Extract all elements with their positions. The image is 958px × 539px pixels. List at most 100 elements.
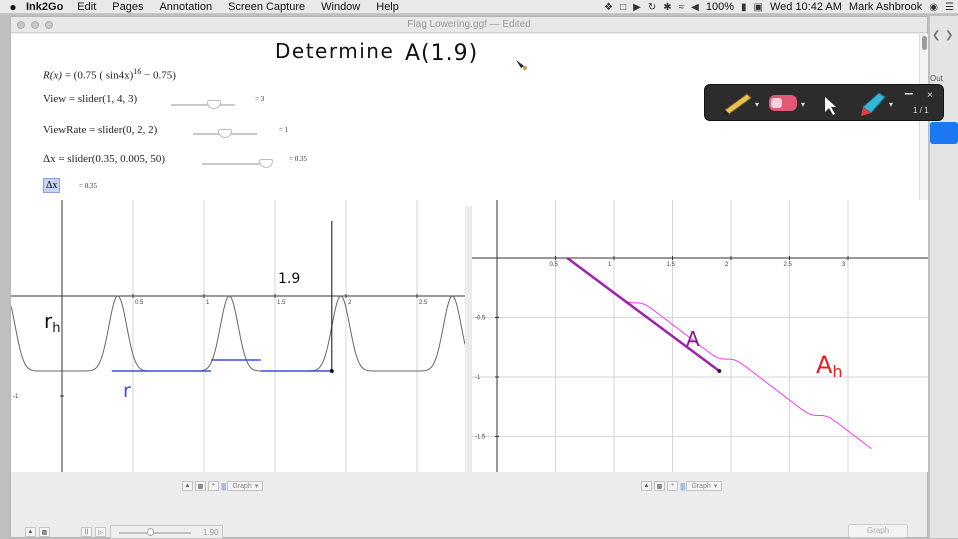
right-graph-select-label: Graph [691,482,711,490]
left-pane-toolbar: ▲ ▩ ÷ |||| Graph ▾ [182,481,264,491]
y-tick-label: -1 [13,394,19,400]
menu-window[interactable]: Window [321,1,360,13]
volume-icon[interactable]: ◀ [691,2,699,13]
animation-value: 1.90 [203,528,219,537]
marker-point [329,369,334,373]
x-tick-label: 2.5 [784,262,793,268]
title-bar: Flag Lowering.ggf — Edited [11,17,927,33]
right-graph[interactable]: -0.50.511.522.53-0.5-1-1.5 [433,200,928,472]
siri-icon[interactable]: ◉ [929,2,938,13]
page-indicator: 1 / 1 [913,106,929,115]
r-def-rhs: (0.75 ( sin4x) [73,69,134,82]
menu-bar: ● Ink2Go Edit Pages Annotation Screen Ca… [0,0,958,14]
menu-help[interactable]: Help [376,1,399,13]
ink-toolbar: ▾ ▾ ▾ × 1 / 1 [704,84,944,121]
right-graph-pane[interactable]: -0.50.511.522.53-0.5-1-1.5 [433,200,928,472]
view-slider-knob[interactable] [206,100,221,109]
dx-definition[interactable]: Δx = slider(0.35, 0.005, 50) [43,153,165,165]
close-toolbar-icon[interactable]: × [927,90,933,101]
x-tick-label: 3 [842,262,846,268]
eraser-icon[interactable] [769,95,797,111]
sync-icon[interactable]: ↻ [648,2,656,13]
left-graph-pane[interactable]: 0.511.522.53-1 [10,200,494,472]
left-graph-select[interactable]: Graph ▾ [227,481,264,491]
viewrate-slider-knob[interactable] [218,129,232,138]
highlighter-icon[interactable] [861,92,886,116]
dx-slider-knob[interactable] [259,159,273,168]
view-value: = 3 [255,95,265,103]
dx-value: = 0.35 [289,155,307,163]
dx-item[interactable]: Δx [43,178,61,193]
x-tick-label: 1.5 [277,300,286,306]
x-tick-label: 2 [348,300,352,306]
dx-slider-track[interactable] [202,163,266,165]
pen-dropdown-icon[interactable]: ▾ [755,100,759,109]
r-def-tail: − 0.75) [143,69,176,82]
fraction-icon[interactable]: ÷ [667,481,678,491]
x-tick-label: 2.5 [419,300,428,306]
chevron-left-icon[interactable]: ❮ [932,30,940,41]
pointer-icon[interactable] [825,97,836,115]
a-line [566,256,721,373]
r-definition[interactable]: R(x) = (0.75 ( sin4x)16 − 0.75) [43,67,176,82]
graph-button[interactable]: Graph [848,524,908,538]
view-slider-track[interactable] [171,104,235,106]
bottom-bar: ▲ ▩ || ▷ 1.90 Graph [11,506,927,539]
battery-icon[interactable]: ▮ [741,2,747,13]
screen-icon[interactable]: □ [620,2,626,13]
pen-icon[interactable] [722,93,752,116]
bar-mode-icon[interactable]: ▩ [654,481,665,491]
play-icon[interactable]: ▷ [95,527,106,537]
viewrate-definition[interactable]: ViewRate = slider(0, 2, 2) [43,124,157,136]
menu-edit[interactable]: Edit [77,1,96,13]
menu-screen-capture[interactable]: Screen Capture [228,1,305,13]
out-label: Out [930,74,943,83]
blue-button[interactable] [930,122,958,144]
y-tick-label: -1 [475,375,481,381]
chevron-right-icon[interactable]: ❯ [945,30,953,41]
notification-center-icon[interactable]: ☰ [945,2,954,13]
animation-slider-track[interactable] [119,532,191,534]
right-graph-select[interactable]: Graph ▾ [686,481,723,491]
window-title: Flag Lowering.ggf — Edited [407,19,531,30]
pause-icon[interactable]: || [81,527,92,537]
dx-item-label: Δx [46,180,58,191]
fraction-icon[interactable]: ÷ [208,481,219,491]
video-icon[interactable]: ▶ [633,2,641,13]
menu-pages[interactable]: Pages [112,1,143,13]
left-graph-select-label: Graph [232,482,252,490]
chart-mode-icon[interactable]: ▲ [641,481,652,491]
menu-annotation[interactable]: Annotation [159,1,212,13]
table-bars-icon[interactable]: |||| [680,482,685,491]
animation-slider-knob[interactable] [147,528,154,536]
bar-mode-icon[interactable]: ▩ [39,527,50,537]
minimize-toolbar-icon[interactable] [905,93,913,95]
flag-icon[interactable]: ▣ [754,2,763,13]
viewrate-value: = 1 [279,126,289,134]
x-tick-label: 1 [206,300,210,306]
user-name[interactable]: Mark Ashbrook [849,1,922,13]
eraser-dropdown-icon[interactable]: ▾ [801,100,805,109]
clock[interactable]: Wed 10:42 AM [770,1,842,13]
left-graph[interactable]: 0.511.522.53-1 [10,200,494,472]
x-tick-label: 2 [725,262,729,268]
battery-percent[interactable]: 100% [706,1,734,13]
apple-menu-icon[interactable]: ● [0,0,26,14]
wifi-icon[interactable]: ≈ [679,2,685,13]
dx-item-value: = 0.35 [79,182,97,190]
chevron-down-icon: ▾ [713,483,718,490]
a-endpoint [717,369,722,374]
r-def-exponent: 16 [133,67,142,76]
ink-toolbar-art: ▾ ▾ ▾ × 1 / 1 [722,90,933,116]
scrollbar-thumb[interactable] [922,36,927,50]
y-tick-label: -0.5 [475,316,486,322]
chart-mode-icon[interactable]: ▲ [25,527,36,537]
dropbox-icon[interactable]: ❖ [604,2,613,13]
bar-mode-icon[interactable]: ▩ [195,481,206,491]
bluetooth-icon[interactable]: ✱ [663,2,671,13]
chart-mode-icon[interactable]: ▲ [182,481,193,491]
table-bars-icon[interactable]: |||| [221,482,226,491]
view-definition[interactable]: View = slider(1, 4, 3) [43,93,137,105]
app-menu[interactable]: Ink2Go [26,1,63,13]
highlighter-dropdown-icon[interactable]: ▾ [889,100,893,109]
